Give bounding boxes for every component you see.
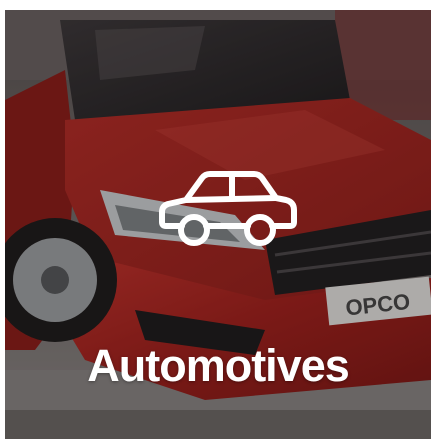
card-title: Automotives bbox=[87, 340, 350, 391]
car-icon bbox=[159, 171, 297, 246]
category-card-automotives[interactable]: OPCO Automotives bbox=[5, 10, 431, 439]
